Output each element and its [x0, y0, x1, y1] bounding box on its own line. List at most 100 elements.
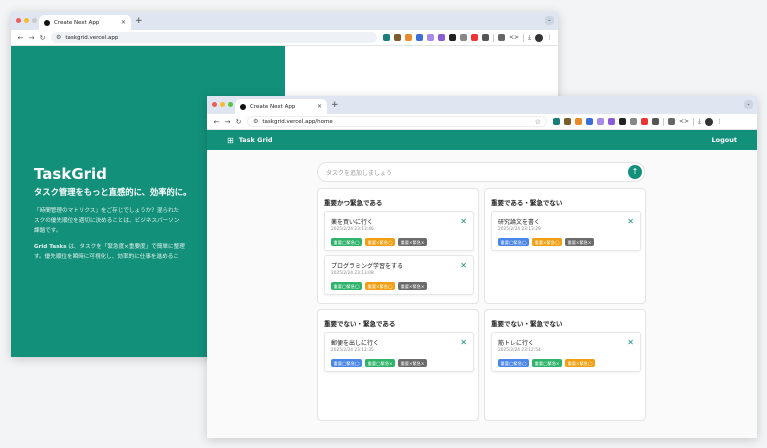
app-main: タスクを追加しましょう ↑ 重要かつ緊急である 薬を買いに行く 2025/2/2… — [207, 150, 757, 438]
extension-icon[interactable] — [597, 118, 604, 125]
extension-icon[interactable] — [630, 118, 637, 125]
category-tag[interactable]: 重要◯緊急◯ — [331, 282, 363, 290]
extension-icon[interactable] — [575, 118, 582, 125]
extension-icon[interactable] — [471, 34, 478, 41]
extension-icon[interactable] — [564, 118, 571, 125]
tab-title: Create Next App — [250, 103, 296, 110]
grid-logo-icon: ⊞ — [227, 135, 234, 145]
close-tab-icon[interactable]: ✕ — [317, 103, 322, 110]
delete-task-icon[interactable]: ✕ — [460, 261, 467, 270]
extension-icon[interactable] — [449, 34, 456, 41]
category-tag[interactable]: 重要◯緊急× — [365, 359, 396, 367]
extension-icon[interactable] — [641, 118, 648, 125]
maximize-window-icon[interactable] — [32, 18, 37, 23]
download-icon[interactable]: ⤓ — [698, 118, 701, 126]
site-info-icon[interactable]: ⚙ — [253, 118, 258, 125]
hero-paragraph-line: す。優先順位を瞬時に可視化し、効率的に仕事を進めるこ — [34, 254, 179, 260]
category-tag[interactable]: 重要◯緊急× — [532, 359, 563, 367]
extension-icon[interactable] — [383, 34, 390, 41]
url-text: taskgrid.vercel.app/home — [262, 118, 333, 125]
category-tags: 重要◯緊急◯ 重要◯緊急× 重要×緊急◯ — [498, 359, 596, 367]
minimize-window-icon[interactable] — [220, 102, 225, 107]
delete-task-icon[interactable]: ✕ — [460, 217, 467, 226]
add-task-button[interactable]: ↑ — [628, 165, 642, 179]
browser-tab[interactable]: Create Next App ✕ — [235, 99, 327, 114]
hero-strong-text: Grid Tasks — [34, 244, 67, 250]
quadrant-important-not-urgent: 重要である・緊急でない 研究論文を書く 2025/2/24 23:13:29 ✕… — [484, 188, 646, 304]
extension-icon[interactable] — [427, 34, 434, 41]
profile-avatar[interactable] — [704, 117, 713, 126]
reload-icon[interactable]: ↻ — [37, 34, 48, 42]
toolbar-divider — [693, 117, 695, 126]
extension-icon[interactable] — [438, 34, 445, 41]
task-date: 2025/2/24 23:12:54 — [498, 348, 541, 353]
download-icon[interactable]: ⤓ — [528, 34, 531, 42]
extension-icon[interactable] — [668, 118, 675, 125]
extension-icon[interactable] — [608, 118, 615, 125]
category-tag[interactable]: 重要×緊急× — [565, 238, 594, 246]
extension-icon[interactable] — [586, 118, 593, 125]
reload-icon[interactable]: ↻ — [233, 118, 244, 126]
new-tab-icon[interactable]: + — [135, 15, 143, 27]
category-tag[interactable]: 重要×緊急◯ — [365, 238, 396, 246]
code-icon[interactable]: <> — [679, 118, 689, 125]
site-info-icon[interactable]: ⚙ — [56, 34, 61, 41]
menu-kebab-icon[interactable]: ⋮ — [717, 118, 723, 125]
extension-icon[interactable] — [652, 118, 659, 125]
browser-tab[interactable]: Create Next App ✕ — [39, 15, 131, 30]
forward-arrow-icon[interactable]: → — [26, 34, 37, 42]
address-bar[interactable]: ⚙ taskgrid.vercel.app/home ☆ — [247, 116, 547, 127]
task-card[interactable]: 研究論文を書く 2025/2/24 23:13:29 ✕ 重要◯緊急◯ 重要×緊… — [491, 211, 641, 251]
logout-button[interactable]: Logout — [712, 136, 737, 144]
extension-icon[interactable] — [482, 34, 489, 41]
category-tag[interactable]: 重要×緊急◯ — [365, 282, 396, 290]
task-card[interactable]: プログラミング学習をする 2025/2/24 23:13:08 ✕ 重要◯緊急◯… — [324, 255, 474, 295]
profile-avatar[interactable] — [534, 33, 543, 42]
extension-icon[interactable] — [405, 34, 412, 41]
back-arrow-icon[interactable]: ← — [211, 118, 222, 126]
quadrant-not-important-urgent: 重要でない・緊急である 郵便を出しに行く 2025/2/24 23:12:35 … — [317, 309, 479, 421]
new-tab-icon[interactable]: + — [331, 99, 339, 111]
back-arrow-icon[interactable]: ← — [15, 34, 26, 42]
tab-search-icon[interactable]: ⌄ — [744, 100, 753, 109]
delete-task-icon[interactable]: ✕ — [627, 217, 634, 226]
category-tag[interactable]: 重要×緊急× — [398, 359, 427, 367]
close-tab-icon[interactable]: ✕ — [121, 19, 126, 26]
extension-icon[interactable] — [394, 34, 401, 41]
maximize-window-icon[interactable] — [228, 102, 233, 107]
extension-icon[interactable] — [460, 34, 467, 41]
toolbar-divider — [523, 33, 525, 42]
category-tag[interactable]: 重要◯緊急◯ — [498, 238, 530, 246]
extension-icon[interactable] — [619, 118, 626, 125]
category-tag[interactable]: 重要◯緊急◯ — [331, 359, 363, 367]
task-card[interactable]: 筋トレに行く 2025/2/24 23:12:54 ✕ 重要◯緊急◯ 重要◯緊急… — [491, 332, 641, 372]
minimize-window-icon[interactable] — [24, 18, 29, 23]
category-tag[interactable]: 重要×緊急◯ — [532, 238, 563, 246]
category-tag[interactable]: 重要◯緊急◯ — [498, 359, 530, 367]
task-input[interactable]: タスクを追加しましょう ↑ — [317, 162, 645, 182]
delete-task-icon[interactable]: ✕ — [460, 338, 467, 347]
extensions-bar: <> ⤓ ⋮ — [553, 117, 723, 126]
task-card[interactable]: 郵便を出しに行く 2025/2/24 23:12:35 ✕ 重要◯緊急◯ 重要◯… — [324, 332, 474, 372]
extension-icon[interactable] — [498, 34, 505, 41]
tab-search-icon[interactable]: ⌄ — [545, 16, 554, 25]
category-tag[interactable]: 重要×緊急× — [398, 282, 427, 290]
bookmark-star-icon[interactable]: ☆ — [535, 118, 541, 126]
close-window-icon[interactable] — [212, 102, 217, 107]
task-date: 2025/2/24 23:13:29 — [498, 227, 541, 232]
category-tag[interactable]: 重要◯緊急◯ — [331, 238, 363, 246]
task-card[interactable]: 薬を買いに行く 2025/2/24 23:13:46 ✕ 重要◯緊急◯ 重要×緊… — [324, 211, 474, 251]
close-window-icon[interactable] — [16, 18, 21, 23]
category-tags: 重要◯緊急◯ 重要◯緊急× 重要×緊急× — [331, 359, 427, 367]
address-bar[interactable]: ⚙ taskgrid.vercel.app — [51, 32, 377, 43]
menu-kebab-icon[interactable]: ⋮ — [547, 34, 553, 41]
category-tag[interactable]: 重要×緊急× — [398, 238, 427, 246]
extension-icon[interactable] — [416, 34, 423, 41]
task-title: 郵便を出しに行く — [331, 340, 380, 347]
forward-arrow-icon[interactable]: → — [222, 118, 233, 126]
browser-toolbar: ← → ↻ ⚙ taskgrid.vercel.app <> ⤓ ⋮ — [11, 30, 558, 46]
category-tag[interactable]: 重要×緊急◯ — [565, 359, 596, 367]
code-icon[interactable]: <> — [509, 34, 519, 41]
delete-task-icon[interactable]: ✕ — [627, 338, 634, 347]
extension-icon[interactable] — [553, 118, 560, 125]
